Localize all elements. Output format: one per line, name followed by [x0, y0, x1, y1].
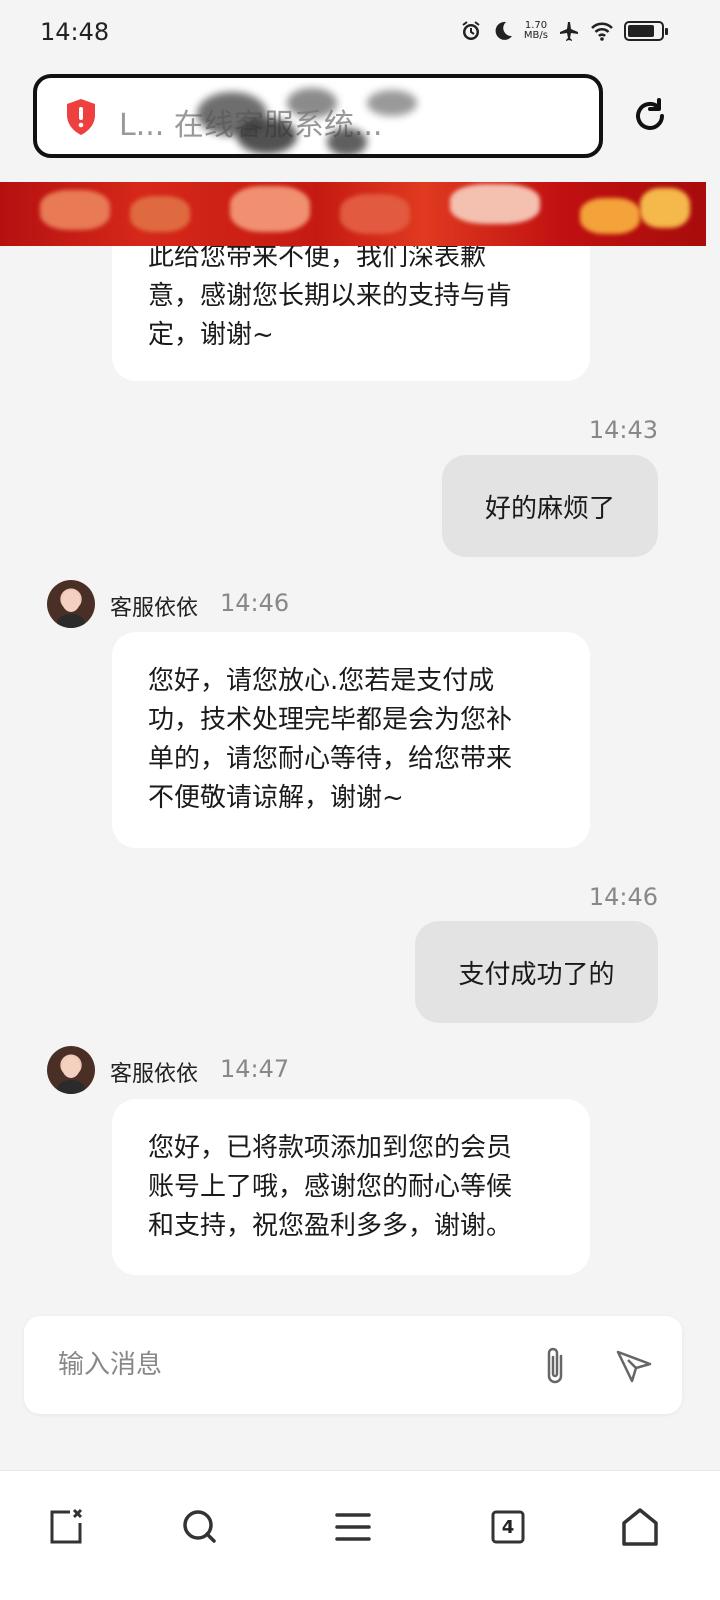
paperclip-icon: [547, 1347, 563, 1384]
message-text: 好的麻烦了: [484, 493, 615, 524]
agent-message-bubble: 您好，已将款项添加到您的会员 账号上了哦，感谢您的耐心等候 和支持，祝您盈利多多…: [112, 1099, 590, 1275]
message-line: 您好，已将款项添加到您的会员: [148, 1133, 513, 1163]
close-page-icon: [50, 1508, 83, 1544]
bottom-nav: 4: [0, 1470, 720, 1600]
agent-message-bubble: 此给您带来不便，我们深表歉 意，感谢您长期以来的支持与肯 定，谢谢~: [112, 246, 590, 381]
chat-area[interactable]: 此给您带来不便，我们深表歉 意，感谢您长期以来的支持与肯 定，谢谢~ 14:43…: [0, 246, 720, 1316]
agent-name: 客服依依: [110, 1062, 199, 1087]
message-line: 此给您带来不便，我们深表歉: [148, 246, 487, 272]
message-input[interactable]: [58, 1342, 498, 1388]
agent-avatar[interactable]: [47, 580, 95, 628]
search-button[interactable]: [172, 1499, 228, 1555]
message-composer: [24, 1316, 682, 1414]
reload-button[interactable]: [626, 92, 674, 140]
tabs-button[interactable]: 4: [480, 1499, 536, 1555]
agent-avatar[interactable]: [47, 1046, 95, 1094]
message-line: 单的，请您耐心等待，给您带来: [148, 744, 513, 774]
status-bar: 14:48 1.70 MB/s: [0, 0, 720, 64]
menu-button[interactable]: [325, 1499, 381, 1555]
send-icon: [616, 1350, 652, 1383]
agent-name: 客服依依: [110, 596, 199, 621]
message-line: 您好，请您放心.您若是支付成: [148, 666, 495, 696]
close-page-button[interactable]: [38, 1499, 94, 1555]
redaction-blur: [367, 90, 417, 116]
redaction-blur: [327, 128, 367, 154]
promo-banner[interactable]: [0, 182, 706, 246]
user-message-bubble: 支付成功了的: [415, 921, 658, 1023]
wifi-icon: [590, 20, 614, 42]
tabs-count: 4: [501, 1516, 515, 1538]
message-time: 14:47: [220, 1055, 290, 1083]
message-line: 不便敬请谅解，谢谢~: [148, 783, 404, 813]
message-time: 14:46: [220, 589, 290, 617]
home-icon: [622, 1508, 658, 1546]
redaction-blur: [287, 88, 337, 118]
message-time: 14:46: [588, 883, 658, 911]
message-line: 和支持，祝您盈利多多，谢谢。: [148, 1211, 513, 1241]
battery-icon: [624, 21, 668, 41]
status-time: 14:48: [40, 18, 110, 46]
status-icons: 1.70 MB/s: [460, 20, 668, 42]
message-line: 功，技术处理完毕都是会为您补: [148, 705, 513, 735]
net-speed-unit: MB/s: [523, 30, 548, 41]
reload-icon: [636, 98, 664, 130]
shield-warning-icon[interactable]: [65, 98, 97, 140]
search-icon: [183, 1510, 216, 1543]
user-message-bubble: 好的麻烦了: [442, 455, 658, 557]
attach-button[interactable]: [536, 1342, 576, 1390]
moon-icon: [492, 20, 514, 42]
message-line: 意，感谢您长期以来的支持与肯: [148, 281, 513, 311]
message-text: 支付成功了的: [458, 959, 615, 990]
send-button[interactable]: [612, 1344, 656, 1388]
message-line: 定，谢谢~: [148, 320, 274, 350]
agent-message-bubble: 您好，请您放心.您若是支付成 功，技术处理完毕都是会为您补 单的，请您耐心等待，…: [112, 632, 590, 848]
message-line: 账号上了哦，感谢您的耐心等候: [148, 1172, 513, 1202]
net-speed: 1.70 MB/s: [524, 21, 548, 41]
menu-icon: [335, 1513, 371, 1541]
home-button[interactable]: [612, 1499, 668, 1555]
alarm-icon: [460, 20, 482, 42]
airplane-icon: [558, 20, 580, 42]
message-time: 14:43: [588, 416, 658, 444]
address-bar[interactable]: L... 在线客服系统...: [33, 74, 603, 158]
redaction-blur: [237, 118, 297, 154]
